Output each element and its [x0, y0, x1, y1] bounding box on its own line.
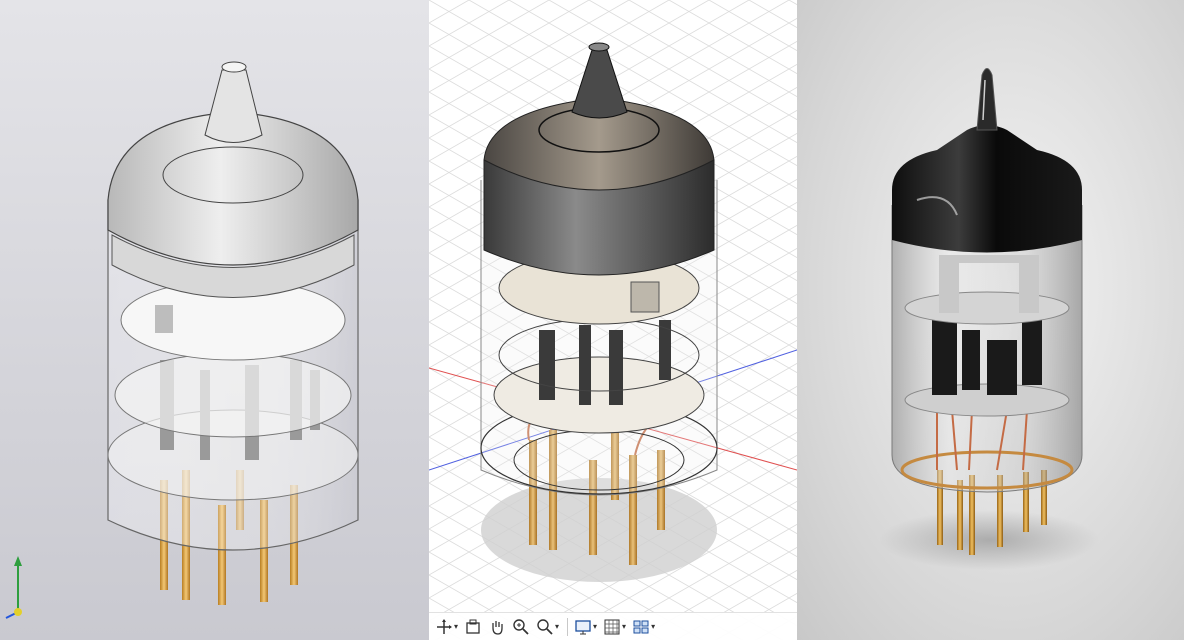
navigation-toolbar: ▾ ▾ ▾ ▾ ▾: [429, 612, 797, 640]
kompas-viewport[interactable]: [0, 0, 429, 640]
toolbar-separator: [567, 617, 569, 636]
fit-zoom-button[interactable]: ▾: [536, 616, 559, 638]
vacuum-tube-model-center: [429, 0, 797, 640]
display-settings-icon: [575, 619, 591, 634]
zoom-window-icon: [513, 618, 529, 635]
orbit-button[interactable]: ▾: [435, 616, 458, 638]
x-axis-icon: [14, 608, 22, 616]
fit-zoom-icon: [537, 618, 553, 635]
look-at-icon: [466, 619, 480, 634]
vacuum-tube-model-left: [107, 61, 359, 605]
look-at-button[interactable]: [464, 616, 482, 638]
axis-triad: [2, 552, 36, 622]
viewports-button[interactable]: ▾: [632, 616, 655, 638]
grid-settings-button[interactable]: ▾: [603, 616, 626, 638]
render-viewport: [797, 0, 1184, 640]
orbit-icon: [437, 618, 452, 634]
grid-settings-icon: [604, 619, 620, 634]
fusion-viewport[interactable]: ▾ ▾ ▾ ▾ ▾: [429, 0, 797, 640]
display-settings-button[interactable]: ▾: [574, 616, 597, 638]
pan-hand-icon: [492, 620, 503, 635]
pan-button[interactable]: [488, 616, 506, 638]
zoom-window-button[interactable]: [512, 616, 530, 638]
viewports-icon: [633, 620, 649, 633]
vacuum-tube-render-right: [879, 68, 1099, 570]
